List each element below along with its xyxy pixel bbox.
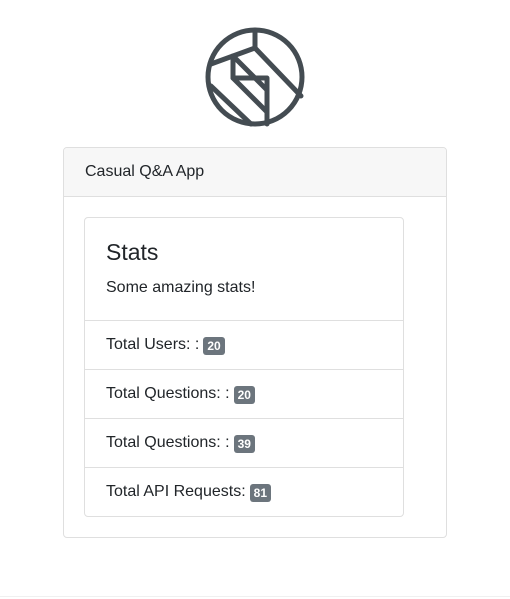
stats-card-body: Stats Some amazing stats!: [85, 218, 403, 321]
stat-row-total-questions: Total Questions: : 20: [85, 370, 403, 419]
stat-row-total-users: Total Users: : 20: [85, 321, 403, 370]
stat-label: Total Questions: :: [106, 434, 230, 451]
stat-label: Total API Requests:: [106, 483, 246, 500]
page-divider: [0, 596, 510, 597]
stat-badge: 20: [233, 386, 255, 404]
stat-badge: 81: [249, 484, 271, 502]
page: Casual Q&A App Stats Some amazing stats!…: [0, 0, 510, 599]
app-card: Casual Q&A App Stats Some amazing stats!…: [63, 147, 447, 538]
stats-subtitle: Some amazing stats!: [106, 279, 256, 296]
stat-label: Total Users: :: [106, 336, 200, 353]
stats-title: Stats: [106, 239, 159, 265]
stat-badge: 20: [203, 337, 225, 355]
stat-badge: 39: [233, 435, 255, 453]
app-logo-icon: [205, 27, 305, 127]
stats-card: Stats Some amazing stats! Total Users: :…: [84, 217, 404, 517]
stat-label: Total Questions: :: [106, 385, 230, 402]
app-card-header: Casual Q&A App: [64, 148, 446, 197]
stat-row-total-questions-2: Total Questions: : 39: [85, 419, 403, 468]
stat-row-total-api-requests: Total API Requests: 81: [85, 468, 403, 516]
